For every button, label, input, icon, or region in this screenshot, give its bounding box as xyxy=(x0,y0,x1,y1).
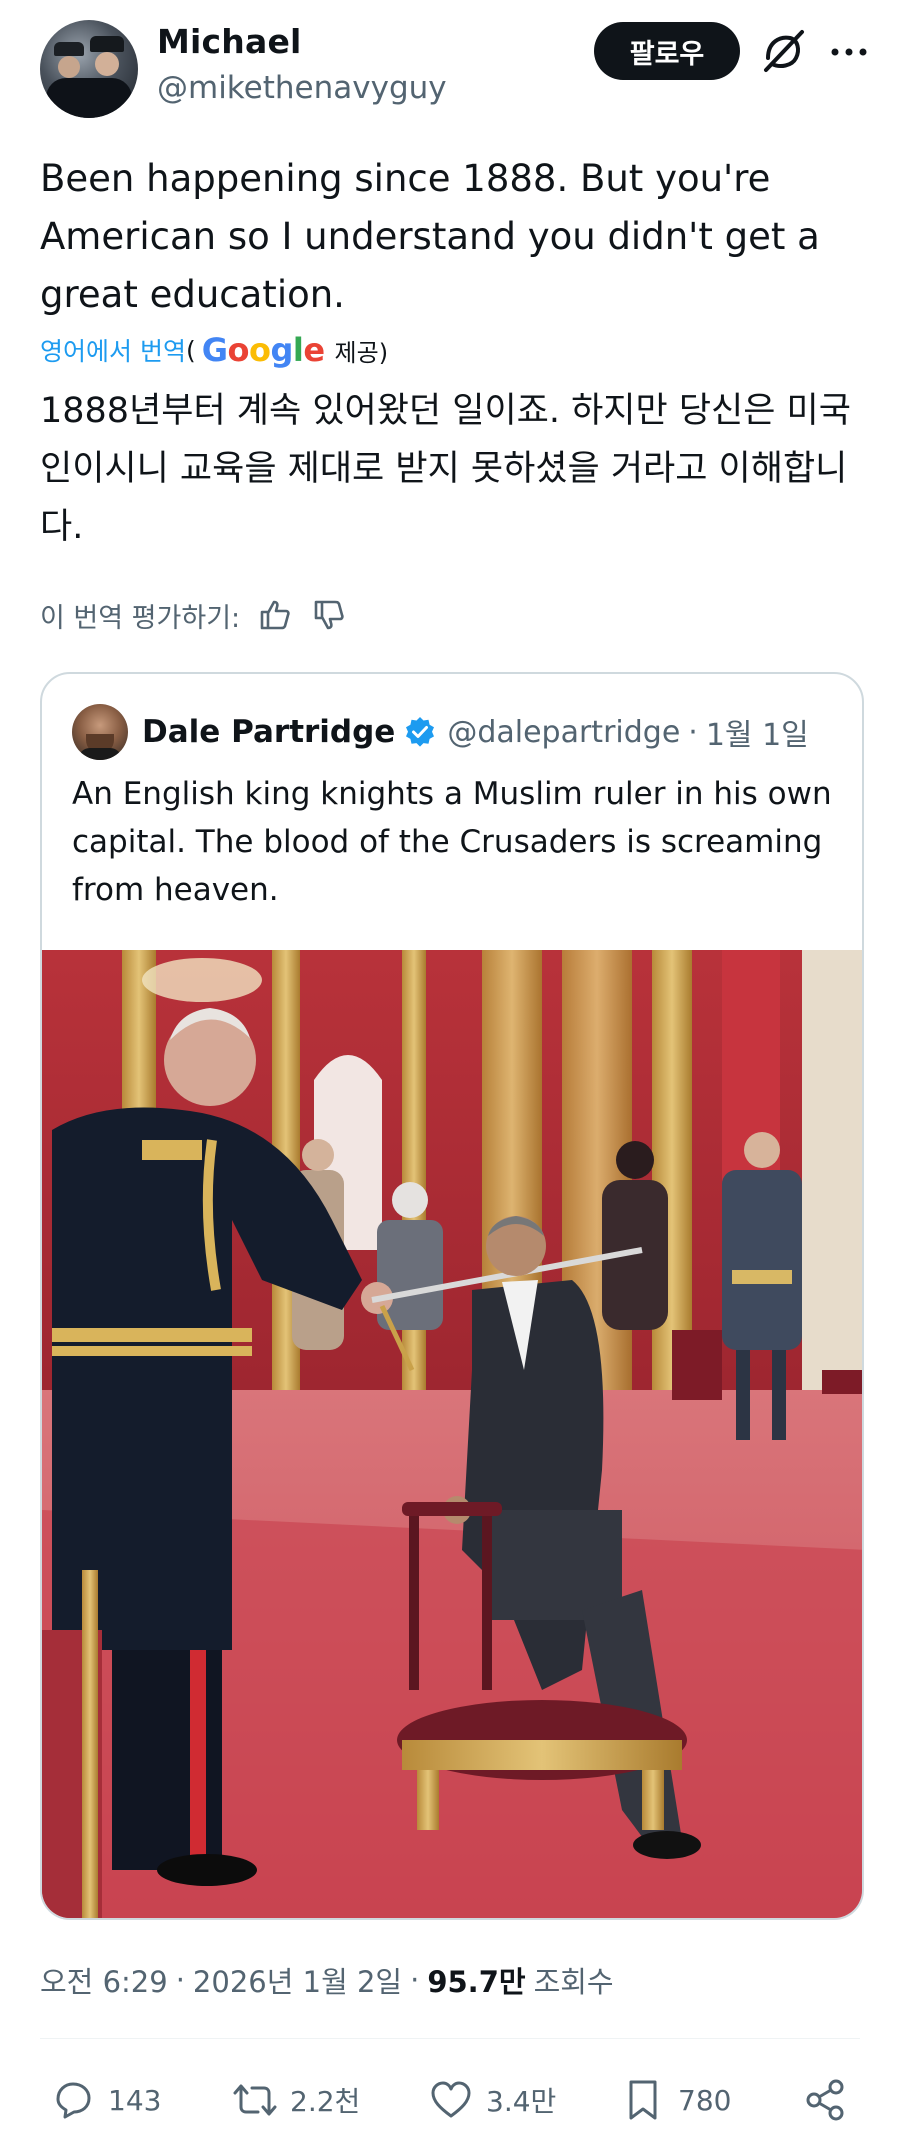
grok-icon[interactable] xyxy=(760,28,806,74)
rate-translation: 이 번역 평가하기: xyxy=(40,592,348,638)
quoted-date[interactable]: 1월 1일 xyxy=(706,710,809,754)
quoted-author-name[interactable]: Dale Partridge xyxy=(142,714,395,750)
paren-open: ( xyxy=(185,335,196,365)
quoted-tweet-text: An English king knights a Muslim ruler i… xyxy=(72,776,832,908)
translated-text: 1888년부터 계속 있어왔던 일이죠. 하지만 당신은 미국인이시니 교육을 … xyxy=(40,391,851,547)
meta-separator: · xyxy=(410,1963,420,1997)
quoted-tweet-photo[interactable] xyxy=(42,950,864,1920)
bookmark-button[interactable]: 780 xyxy=(620,2070,731,2130)
repost-icon xyxy=(233,2084,277,2116)
quoted-author-handle[interactable]: @dalepartridge xyxy=(447,715,680,750)
more-icon[interactable] xyxy=(826,32,872,72)
translation-attribution: 영어에서 번역 ( Google 제공) xyxy=(40,330,388,370)
follow-button[interactable]: 팔로우 xyxy=(594,22,740,80)
view-count[interactable]: 95.7만 xyxy=(427,1959,525,2001)
tweet-text: Been happening since 1888. But you're Am… xyxy=(40,157,820,316)
bookmark-icon xyxy=(629,2080,657,2120)
quoted-separator: · xyxy=(688,714,698,750)
heart-icon xyxy=(431,2081,471,2118)
verified-badge-icon xyxy=(406,717,435,747)
meta-separator: · xyxy=(175,1963,185,1997)
divider xyxy=(40,2038,860,2039)
quoted-tweet-header: Dale Partridge @dalepartridge · 1월 1일 xyxy=(142,704,809,760)
thumbs-up-icon[interactable] xyxy=(256,596,294,634)
action-bar: 143 2.2천 3.4만 780 xyxy=(40,2070,860,2130)
google-logo: Google xyxy=(201,331,325,369)
rate-translation-label: 이 번역 평가하기: xyxy=(40,602,241,634)
author-handle[interactable]: @mikethenavyguy xyxy=(157,70,447,106)
repost-count: 2.2천 xyxy=(290,2085,361,2118)
thumbs-down-icon[interactable] xyxy=(310,596,348,634)
like-button[interactable]: 3.4만 xyxy=(428,2070,556,2130)
share-icon xyxy=(806,2079,844,2121)
author-name[interactable]: Michael xyxy=(157,22,302,61)
bookmark-count: 780 xyxy=(678,2083,732,2117)
like-count: 3.4만 xyxy=(486,2085,557,2118)
tweet-time[interactable]: 오전 6:29 xyxy=(40,1959,168,2001)
reply-button[interactable]: 143 xyxy=(50,2070,161,2130)
share-button[interactable] xyxy=(802,2070,848,2130)
quoted-tweet-card[interactable]: Dale Partridge @dalepartridge · 1월 1일 An… xyxy=(40,672,864,1920)
tweet-header: Michael @mikethenavyguy 팔로우 xyxy=(0,0,900,140)
translation-source-link[interactable]: 영어에서 번역 xyxy=(40,332,186,368)
tweet-meta: 오전 6:29 · 2026년 1월 2일 · 95.7만 조회수 xyxy=(40,1958,614,2002)
quoted-author-avatar[interactable] xyxy=(72,704,128,760)
tweet-date[interactable]: 2026년 1월 2일 xyxy=(193,1959,402,2001)
reply-count: 143 xyxy=(108,2083,162,2117)
view-count-label: 조회수 xyxy=(533,1965,614,1999)
translation-provided-label: 제공) xyxy=(334,338,389,367)
reply-icon xyxy=(56,2082,91,2119)
repost-button[interactable]: 2.2천 xyxy=(232,2070,360,2130)
author-avatar[interactable] xyxy=(40,20,138,118)
